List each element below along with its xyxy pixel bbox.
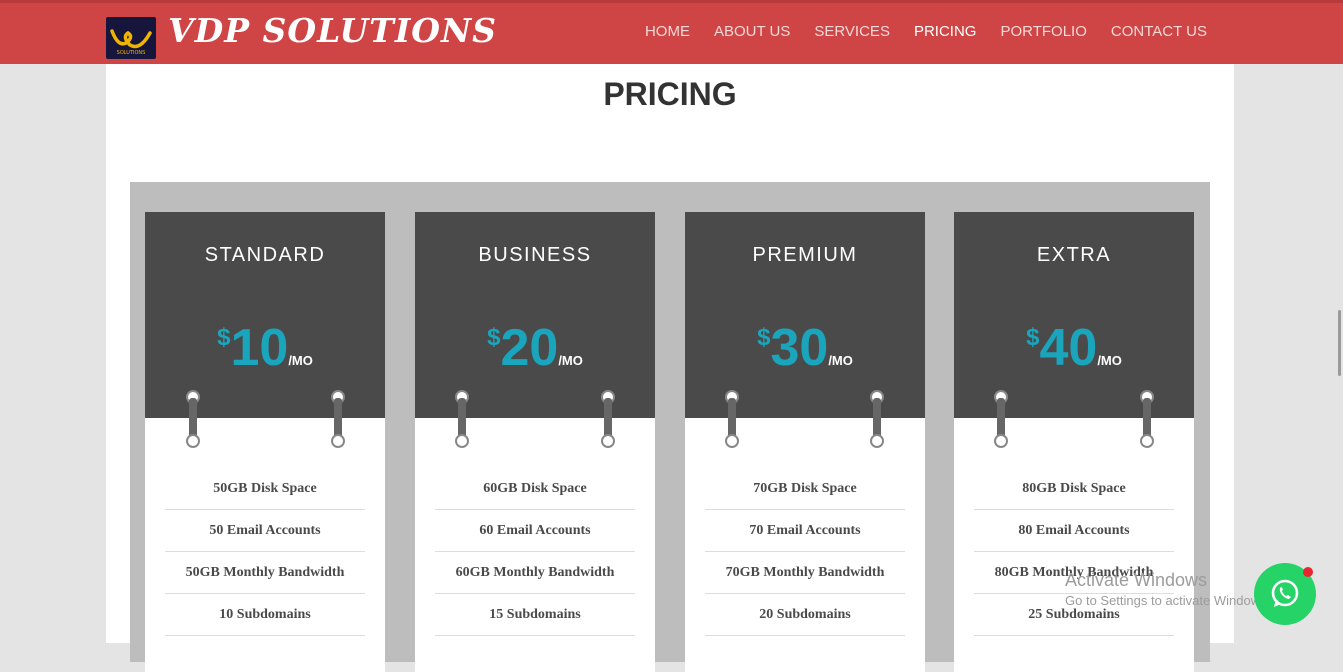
binder-ring <box>870 390 884 448</box>
feature-item: 50GB Disk Space <box>165 468 365 510</box>
price-currency: $ <box>757 324 771 351</box>
feature-list: 50GB Disk Space 50 Email Accounts 50GB M… <box>165 468 365 636</box>
feature-item: 15 Subdomains <box>435 594 635 636</box>
svg-text:SOLUTIONS: SOLUTIONS <box>117 50 146 56</box>
main-nav: HOME ABOUT US SERVICES PRICING PORTFOLIO… <box>645 23 1207 40</box>
binder-ring <box>331 390 345 448</box>
binder-ring <box>725 390 739 448</box>
watermark-line1: Activate Windows <box>1065 570 1208 590</box>
plan-name: EXTRA <box>1036 244 1112 266</box>
feature-item: 20 Subdomains <box>705 594 905 636</box>
price-currency: $ <box>217 324 231 351</box>
price-period: /MO <box>288 353 313 368</box>
logo[interactable]: SOLUTIONS <box>106 17 156 59</box>
binder-ring <box>455 390 469 448</box>
feature-item: 70GB Monthly Bandwidth <box>705 552 905 594</box>
feature-item: 60 Email Accounts <box>435 510 635 552</box>
plan-name: PREMIUM <box>752 244 858 266</box>
nav-home[interactable]: HOME <box>645 23 690 40</box>
feature-item: 80GB Disk Space <box>974 468 1174 510</box>
feature-item: 50 Email Accounts <box>165 510 365 552</box>
plan-header: STANDARD $10/MO <box>145 212 385 418</box>
watermark-line2: Go to Settings to activate Windows. <box>1065 593 1271 608</box>
scrollbar-thumb[interactable] <box>1338 310 1341 376</box>
price-currency: $ <box>1026 324 1040 351</box>
brand-name[interactable]: VDP SOLUTIONS <box>168 11 497 50</box>
plan-card-standard: STANDARD $10/MO 50GB Disk Space 50 Email… <box>145 212 385 672</box>
plan-price: $30/MO <box>685 322 925 374</box>
plan-header: PREMIUM $30/MO <box>685 212 925 418</box>
price-period: /MO <box>558 353 583 368</box>
windows-activation-watermark: Activate Windows Go to Settings to activ… <box>1065 570 1270 608</box>
plan-header: BUSINESS $20/MO <box>415 212 655 418</box>
plan-card-business: BUSINESS $20/MO 60GB Disk Space 60 Email… <box>415 212 655 672</box>
feature-item: 70 Email Accounts <box>705 510 905 552</box>
plan-header: EXTRA $40/MO <box>954 212 1194 418</box>
plan-price: $10/MO <box>145 322 385 374</box>
price-amount: 20 <box>500 319 559 377</box>
notification-dot <box>1303 567 1313 577</box>
feature-item: 10 Subdomains <box>165 594 365 636</box>
top-navbar: SOLUTIONS VDP SOLUTIONS HOME ABOUT US SE… <box>0 0 1343 64</box>
nav-portfolio[interactable]: PORTFOLIO <box>1000 23 1086 40</box>
binder-ring <box>601 390 615 448</box>
plan-price: $20/MO <box>415 322 655 374</box>
plan-name: STANDARD <box>204 244 326 266</box>
feature-list: 70GB Disk Space 70 Email Accounts 70GB M… <box>705 468 905 636</box>
nav-about-us[interactable]: ABOUT US <box>714 23 790 40</box>
feature-item: 70GB Disk Space <box>705 468 905 510</box>
feature-item: 60GB Disk Space <box>435 468 635 510</box>
whatsapp-icon <box>1271 579 1299 607</box>
feature-item: 60GB Monthly Bandwidth <box>435 552 635 594</box>
price-amount: 10 <box>230 319 289 377</box>
price-period: /MO <box>828 353 853 368</box>
plan-name: BUSINESS <box>478 244 592 266</box>
plan-price: $40/MO <box>954 322 1194 374</box>
feature-list: 80GB Disk Space 80 Email Accounts 80GB M… <box>974 468 1174 636</box>
nav-pricing[interactable]: PRICING <box>914 23 977 40</box>
main-content: PRICING STANDARD $10/MO 50GB Disk Space … <box>106 64 1234 672</box>
page-title: PRICING <box>603 76 737 112</box>
price-period: /MO <box>1097 353 1122 368</box>
price-amount: 30 <box>770 319 829 377</box>
binder-ring <box>1140 390 1154 448</box>
plan-card-premium: PREMIUM $30/MO 70GB Disk Space 70 Email … <box>685 212 925 672</box>
logo-mark-icon: SOLUTIONS <box>110 29 152 56</box>
nav-contact-us[interactable]: CONTACT US <box>1111 23 1207 40</box>
feature-item: 50GB Monthly Bandwidth <box>165 552 365 594</box>
pricing-table: STANDARD $10/MO 50GB Disk Space 50 Email… <box>130 182 1210 672</box>
nav-services[interactable]: SERVICES <box>814 23 890 40</box>
binder-ring <box>186 390 200 448</box>
binder-ring <box>994 390 1008 448</box>
price-amount: 40 <box>1039 319 1098 377</box>
feature-list: 60GB Disk Space 60 Email Accounts 60GB M… <box>435 468 635 636</box>
price-currency: $ <box>487 324 501 351</box>
feature-item: 80 Email Accounts <box>974 510 1174 552</box>
